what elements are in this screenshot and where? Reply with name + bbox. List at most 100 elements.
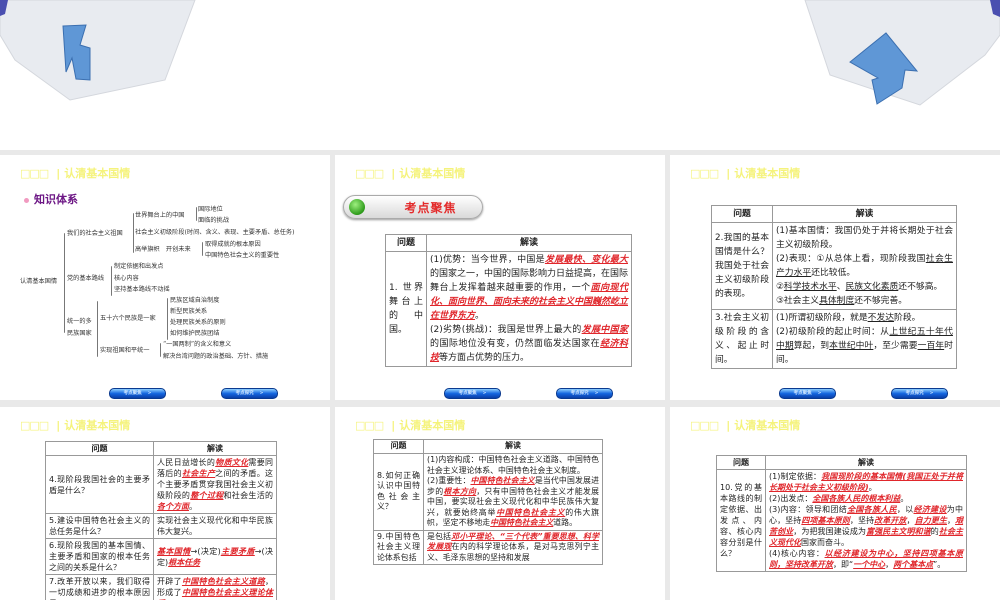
nav-prev-button[interactable]: 考点聚焦 >	[444, 388, 501, 399]
question-cell: 3.社会主义初级阶段的含义、起止时间。	[711, 309, 773, 369]
header-boxes: □□□	[355, 419, 384, 432]
mindmap-node: 取得成就的根本原因	[205, 241, 261, 248]
mindmap-node: 核心内容	[114, 275, 139, 282]
focus-banner: 考点聚焦	[343, 195, 483, 219]
answer-paragraph: 基本国情→(决定)主要矛盾→(决定)根本任务	[157, 546, 273, 568]
slide-thumbnail-1[interactable]: □□□ | 认清基本国情 知识体系 认清基本国情 我们的社会主义祖国 世界舞台上的中…	[0, 155, 330, 400]
table-row: 10.党的基本路线的制定依据、出发点、内容、核心内容分别是什么？ (1)制定依据：…	[716, 469, 967, 572]
nav-prev-button[interactable]: 考点聚焦 >	[109, 388, 166, 399]
mindmap-node: 如何维护民族团结	[170, 330, 220, 337]
header-question: 问题	[45, 441, 154, 456]
slide-thumbnail-top[interactable]	[0, 0, 1000, 150]
highlighted-text: 富强民主文明和谐	[866, 527, 931, 536]
highlighted-text: 改革开放	[874, 516, 907, 525]
bullet-icon	[24, 197, 29, 203]
chevron-right-icon: >	[147, 391, 152, 396]
slide-thumbnail-5[interactable]: □□□ | 认清基本国情 问题 解读 8.如何正确认识中国特色社会主义？ (1)内容构成：…	[335, 407, 665, 600]
answer-text: (1)制定依据：	[769, 472, 822, 481]
section-header: □□□ | 认清基本国情	[355, 417, 465, 433]
answer-paragraph: 实现社会主义现代化和中华民族伟大复兴。	[157, 515, 273, 537]
header-boxes: □□□	[20, 419, 49, 432]
mindmap-node: 五十六个民族是一家	[100, 315, 156, 322]
nav-next-button[interactable]: 考点探究 >	[221, 388, 278, 399]
answer-cell: 开辟了中国特色社会主义道路，形成了中国特色社会主义理论体系	[153, 574, 277, 600]
highlighted-text: 中国特色社会主义	[470, 476, 535, 485]
left-arrow-icon	[0, 0, 196, 101]
section-header: □□□ | 认清基本国情	[355, 165, 465, 181]
answer-text: ，为把我国建设成为	[793, 527, 867, 536]
answer-text: 是包括	[427, 531, 452, 541]
answer-text: ，即“	[833, 560, 854, 569]
highlighted-text: 社会生产	[181, 469, 216, 478]
qa-table: 问题 解读 8.如何正确认识中国特色社会主义？ (1)内容构成：中国特色社会主义道路、…	[373, 439, 603, 565]
answer-paragraph: (1)基本国情：我国仍处于并将长期处于社会主义初级阶段。	[776, 224, 953, 252]
answer-text: 和社会生活的	[223, 491, 274, 500]
answer-cell: 是包括邓小平理论、“三个代表”重要思想、科学发展观在内的科学理论体系，是对马克思…	[423, 529, 603, 565]
slide-thumbnail-4[interactable]: □□□ | 认清基本国情 问题 解读 4.现阶段我国社会的主要矛盾是什么？ 人民日益增长的…	[0, 407, 330, 600]
chevron-right-icon: >	[594, 391, 599, 396]
qa-table: 问题 解读 10.党的基本路线的制定依据、出发点、内容、核心内容分别是什么？ (1)制…	[716, 455, 967, 572]
header-question: 问题	[385, 234, 427, 252]
nav-label: 考点探究	[235, 391, 254, 396]
mindmap-node: 社会主义初级阶段(时间、含义、表现、主要矛盾、总任务)	[135, 229, 295, 236]
question-cell: 10.党的基本路线的制定依据、出发点、内容、核心内容分别是什么？	[716, 469, 766, 572]
table-row: 3.社会主义初级阶段的含义、起止时间。 (1)所谓初级阶段，就是不发达阶段。 (2)…	[711, 309, 957, 369]
answer-text: 。	[189, 502, 197, 511]
answer-paragraph: (2)劣势(挑战)：我国是世界上最大的发展中国家的国际地位没有变，仍然面临发达国…	[430, 323, 628, 365]
mindmap-node: 认清基本国情	[20, 278, 58, 285]
nav-next-button[interactable]: 考点探究 >	[891, 388, 948, 399]
answer-paragraph: (1)制定依据：我国现阶段的基本国情(我国正处于并将长期处于社会主义初级阶段)。	[769, 471, 963, 493]
header-separator: |	[726, 167, 731, 180]
header-answer: 解读	[765, 455, 967, 470]
mindmap-node: 制定依据和出发点	[114, 263, 164, 270]
mindmap-node: 民族区域自治制度	[170, 297, 220, 304]
nav-prev-button[interactable]: 考点聚焦 >	[779, 388, 836, 399]
mindmap-node: “一国两制”的含义和意义	[163, 341, 232, 348]
mindmap-node: 我们的社会主义祖国	[67, 230, 123, 237]
header-separator: |	[391, 167, 396, 180]
section-header: □□□ | 认清基本国情	[20, 417, 130, 433]
mindmap-node: 世界舞台上的中国	[135, 212, 185, 219]
answer-text: 算起，到	[793, 341, 830, 351]
qa-table: 问题 解读 4.现阶段我国社会的主要矛盾是什么？ 人民日益增长的物质文化需要同落后的社…	[45, 441, 277, 600]
table-row: 7.改革开放以来，我们取得一切成绩和进步的根本原因是开辟了中国特色社会主义道路，…	[45, 574, 277, 600]
slide-thumbnail-6[interactable]: □□□ | 认清基本国情 问题 解读 10.党的基本路线的制定依据、出发点、内容、核心内…	[670, 407, 1000, 600]
header-title: 认清基本国情	[64, 419, 131, 432]
qa-table: 问题 解读 2.我国的基本国情是什么？我国处于社会主义初级阶段的表现。 (1)基本国情…	[711, 205, 957, 369]
mindmap-node: 坚持基本路线不动摇	[114, 286, 170, 293]
right-arrow-icon	[804, 0, 1000, 106]
answer-cell: 基本国情→(决定)主要矛盾→(决定)根本任务	[153, 538, 277, 575]
answer-paragraph: (4)核心内容：以经济建设为中心，坚持四项基本原则，坚持改革开放，即“一个中心，…	[769, 548, 963, 570]
answer-paragraph: (3)内容：领导和团结全国各族人民，以经济建设为中心，坚持四项基本原则，坚持改革…	[769, 504, 963, 548]
chevron-right-icon: >	[817, 391, 822, 396]
header-boxes: □□□	[690, 419, 719, 432]
highlighted-text: 根本任务	[168, 557, 201, 567]
mindmap-node: 统一的多	[67, 318, 92, 325]
answer-paragraph: (1)内容构成：中国特色社会主义道路、中国特色社会主义理论体系、中国特色社会主义…	[427, 455, 599, 476]
answer-text: 的国际地位没有变，仍然面临发达国家在	[430, 339, 601, 349]
underlined-text: 民族文化素质	[845, 282, 899, 292]
answer-cell: 实现社会主义现代化和中华民族伟大复兴。	[153, 513, 277, 539]
answer-text: 道路。	[553, 518, 577, 527]
highlighted-text: 中国特色社会主义	[490, 518, 554, 527]
highlighted-text: 中国特色社会主义道路	[181, 577, 266, 586]
table-row: 9.中国特色社会主义理论体系包括 是包括邓小平理论、“三个代表”重要思想、科学发展…	[373, 529, 603, 565]
header-question: 问题	[716, 455, 766, 470]
answer-text: 实现社会主义现代化和中华民族伟大复兴。	[157, 516, 273, 536]
mindmap-node: 实现祖国和平统一	[100, 347, 150, 354]
answer-paragraph: 是包括邓小平理论、“三个代表”重要思想、科学发展观在内的科学理论体系，是对马克思…	[427, 532, 599, 564]
highlighted-text: 中国特色社会主义	[496, 507, 566, 517]
header-title: 认清基本国情	[399, 167, 466, 180]
header-answer: 解读	[423, 439, 603, 454]
answer-cell: (1)优势：当今世界，中国是发展最快、变化最大的国家之一，中国的国际影响力日益提…	[426, 251, 632, 367]
answer-text: 。	[900, 494, 909, 503]
table-row: 8.如何正确认识中国特色社会主义？ (1)内容构成：中国特色社会主义道路、中国特色…	[373, 453, 603, 531]
answer-paragraph: (2)出发点：全国各族人民的根本利益。	[769, 493, 963, 504]
answer-text: (2)表现：①从总体上看，现阶段我国	[776, 254, 926, 264]
slide-thumbnail-3[interactable]: □□□ | 认清基本国情 考点聚焦 > 考点探究 > 问题 解读 2.我国的基本国情是什么？…	[670, 155, 1000, 400]
nav-next-button[interactable]: 考点探究 >	[556, 388, 613, 399]
slide-thumbnail-2[interactable]: □□□ | 认清基本国情 考点聚焦 考点聚焦 > 考点探究 > 问题 解读 1. 世界舞台上…	[335, 155, 665, 400]
answer-text: 还比较低。	[811, 268, 856, 278]
table-row: 2.我国的基本国情是什么？我国处于社会主义初级阶段的表现。 (1)基本国情：我国仍…	[711, 222, 957, 310]
table-row: 5.建设中国特色社会主义的总任务是什么？ 实现社会主义现代化和中华民族伟大复兴。	[45, 513, 277, 539]
